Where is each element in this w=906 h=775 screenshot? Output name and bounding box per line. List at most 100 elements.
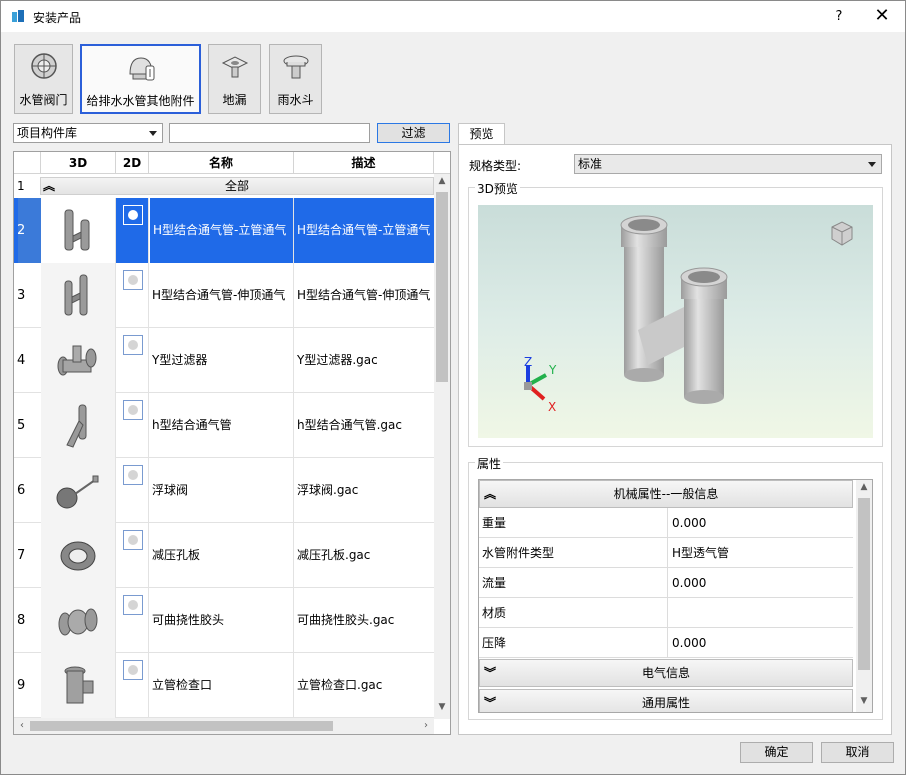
table-row[interactable]: 6 浮球阀 浮球阀.gac — [14, 458, 434, 523]
h-vent-pipe-top-icon — [64, 274, 88, 316]
table-row[interactable]: 2 H型结合通气管-立管通气 H型结合通气管-立管通气 — [14, 198, 434, 263]
table-row[interactable]: 8 可曲挠性胶头 可曲挠性胶头.gac — [14, 588, 434, 653]
property-value[interactable] — [667, 598, 853, 628]
section-label: 电气信息 — [641, 666, 690, 680]
property-value[interactable]: H型透气管 — [667, 538, 853, 568]
scroll-up-icon[interactable]: ▲ — [434, 176, 450, 192]
row-3d-thumbnail — [41, 198, 116, 263]
table-row[interactable]: 4 Y型过滤器 Y型过滤器.gac — [14, 328, 434, 393]
row-2d-icon — [116, 198, 149, 263]
tab-preview[interactable]: 预览 — [458, 123, 505, 145]
preview-panel: 规格类型: 标准 3D预览 Z Y X 属性 ︽ 机械属性--一般信息 重量 0… — [458, 144, 892, 735]
scroll-right-icon[interactable]: › — [418, 718, 434, 734]
toolbar-button-valve[interactable]: 水管阀门 — [14, 44, 73, 114]
row-desc: h型结合通气管.gac — [297, 418, 402, 432]
row-desc: 可曲挠性胶头.gac — [297, 613, 395, 627]
group-row-bar[interactable]: ︽ 全部 — [40, 177, 434, 195]
help-button[interactable]: ? — [827, 1, 851, 32]
table-header: 3D 2D 名称 描述 — [14, 152, 450, 174]
symbol-2d-icon — [123, 595, 143, 615]
row-name: 可曲挠性胶头 — [149, 588, 294, 653]
header-desc[interactable]: 描述 — [294, 152, 434, 174]
header-num — [14, 152, 41, 174]
scroll-up-icon[interactable]: ▲ — [856, 482, 872, 498]
axis-x-label: X — [548, 400, 557, 414]
header-2d[interactable]: 2D — [116, 152, 149, 174]
row-desc: 减压孔板.gac — [297, 548, 371, 562]
toolbar-button-floor-drain[interactable]: 地漏 — [208, 44, 261, 114]
header-name[interactable]: 名称 — [149, 152, 294, 174]
scroll-thumb[interactable] — [858, 498, 870, 670]
row-2d-icon — [116, 523, 149, 588]
row-num: 3 — [17, 288, 26, 303]
row-desc: 浮球阀.gac — [297, 483, 359, 497]
section-mechanical-info[interactable]: ︽ 机械属性--一般信息 — [479, 480, 853, 508]
scroll-thumb[interactable] — [30, 721, 333, 731]
group-row-num: 1 — [17, 179, 25, 193]
spec-label: 规格类型: — [469, 159, 522, 173]
symbol-2d-icon — [123, 205, 143, 225]
row-name: Y型过滤器 — [149, 328, 294, 393]
chevron-down-icon — [149, 131, 157, 136]
axis-y-label: Y — [549, 363, 557, 377]
row-3d-thumbnail — [41, 588, 116, 653]
property-value[interactable]: 0.000 — [667, 628, 853, 658]
property-value[interactable]: 0.000 — [667, 508, 853, 538]
orifice-plate-icon — [60, 541, 96, 571]
properties-grid: ︽ 机械属性--一般信息 重量 0.000 水管附件类型 H型透气管 流量 0.… — [478, 479, 873, 713]
roof-drain-icon — [283, 55, 308, 79]
row-name: H型结合通气管-立管通气 — [149, 198, 294, 263]
table-row[interactable]: 5 h型结合通气管 h型结合通气管.gac — [14, 393, 434, 458]
table-row[interactable]: 9 立管检查口 立管检查口.gac — [14, 653, 434, 718]
scroll-down-icon[interactable]: ▼ — [434, 702, 450, 718]
table-vertical-scrollbar[interactable]: ▲ ▼ — [434, 174, 450, 719]
property-row-flow[interactable]: 流量 0.000 — [479, 568, 853, 598]
property-row-fitting-type[interactable]: 水管附件类型 H型透气管 — [479, 538, 853, 568]
row-2d-icon — [116, 328, 149, 393]
table-horizontal-scrollbar[interactable]: ‹ › — [14, 718, 434, 734]
window-title: 安装产品 — [33, 11, 82, 25]
library-select[interactable]: 项目构件库 — [13, 123, 163, 143]
section-common-properties[interactable]: ︾ 通用属性 — [479, 689, 853, 712]
header-3d[interactable]: 3D — [41, 152, 116, 174]
property-row-pressure-drop[interactable]: 压降 0.000 — [479, 628, 853, 658]
scroll-thumb[interactable] — [436, 192, 448, 382]
table-row[interactable]: 3 H型结合通气管-伸顶通气 H型结合通气管-伸顶通气 — [14, 263, 434, 328]
toolbar-button-roof-drain[interactable]: 雨水斗 — [269, 44, 322, 114]
row-num: 5 — [17, 418, 26, 433]
scroll-down-icon[interactable]: ▼ — [856, 696, 872, 712]
property-key: 流量 — [482, 576, 507, 590]
toolbar-button-pipe-fitting[interactable]: 给排水水管其他附件 — [80, 44, 201, 114]
row-desc: H型结合通气管-伸顶通气 — [297, 288, 431, 302]
3d-viewport[interactable]: Z Y X — [478, 205, 873, 438]
cancel-button[interactable]: 取消 — [821, 742, 894, 763]
scroll-left-icon[interactable]: ‹ — [14, 718, 30, 734]
y-strainer-icon — [57, 345, 97, 376]
collapse-icon[interactable]: ︽ — [484, 481, 496, 507]
collapse-icon[interactable]: ︽ — [43, 178, 55, 194]
property-row-material[interactable]: 材质 — [479, 598, 853, 628]
section-label: 通用属性 — [641, 696, 690, 710]
property-value[interactable]: 0.000 — [667, 568, 853, 598]
expand-icon[interactable]: ︾ — [484, 660, 496, 686]
group-row-all[interactable]: 1 ︽ 全部 — [14, 175, 434, 197]
table-row[interactable]: 7 减压孔板 减压孔板.gac — [14, 523, 434, 588]
h-vent-pipe-icon — [64, 209, 90, 251]
symbol-2d-icon — [123, 465, 143, 485]
float-valve-icon — [56, 475, 99, 509]
row-num: 8 — [17, 613, 26, 628]
ok-button[interactable]: 确定 — [740, 742, 813, 763]
expand-icon[interactable]: ︾ — [484, 690, 496, 712]
filter-input[interactable] — [169, 123, 370, 143]
spec-select[interactable]: 标准 — [574, 154, 882, 174]
properties-scrollbar[interactable]: ▲ ▼ — [856, 480, 872, 712]
symbol-2d-icon — [123, 660, 143, 680]
close-button[interactable]: ✕ — [867, 1, 897, 32]
property-key: 压降 — [482, 636, 507, 650]
row-num: 9 — [17, 678, 26, 693]
property-row-weight[interactable]: 重量 0.000 — [479, 508, 853, 538]
section-electrical-info[interactable]: ︾ 电气信息 — [479, 659, 853, 687]
row-desc: Y型过滤器.gac — [297, 353, 378, 367]
filter-button[interactable]: 过滤 — [377, 123, 450, 143]
row-num: 7 — [17, 548, 26, 563]
